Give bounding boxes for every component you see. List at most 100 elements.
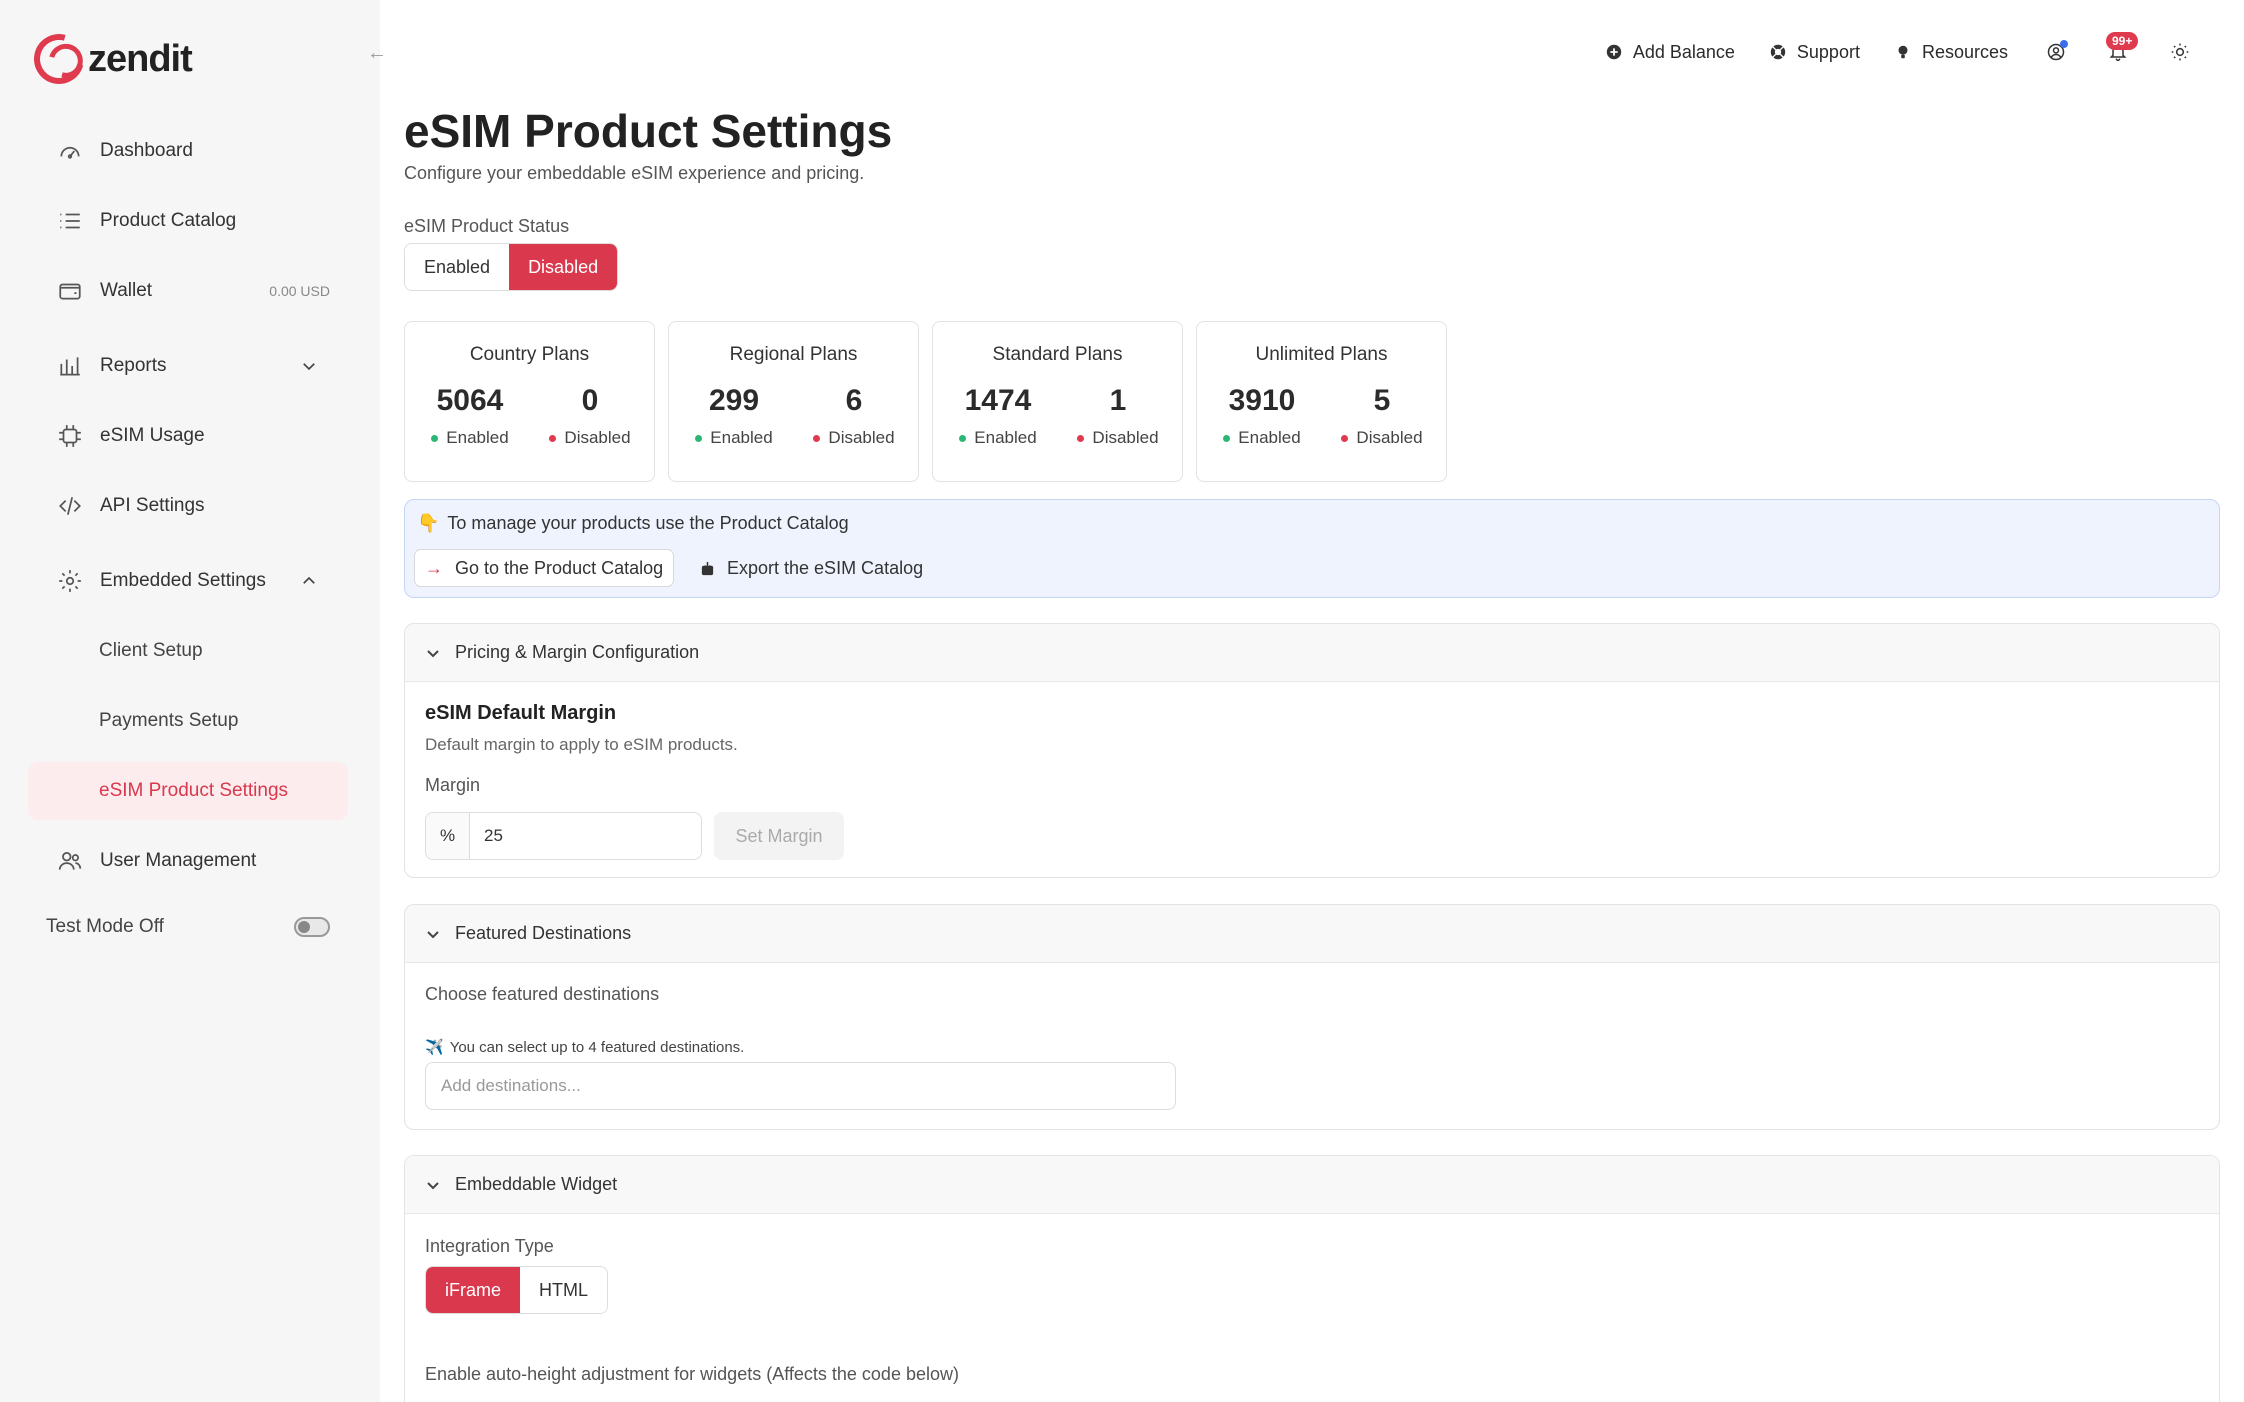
test-mode-toggle[interactable]: [294, 917, 330, 937]
chevron-down-icon: [427, 1181, 439, 1189]
integration-type-toggle: iFrame HTML: [425, 1266, 609, 1314]
sidebar-item-esim-usage[interactable]: eSIM Usage: [28, 407, 348, 465]
gear-icon: [56, 567, 84, 595]
widget-panel: Embeddable Widget Integration Type iFram…: [404, 1155, 2220, 1402]
catalog-info-box: 👇 To manage your products use the Produc…: [404, 499, 2220, 598]
featured-header-label: Featured Destinations: [455, 923, 632, 943]
red-dot-icon: [1341, 434, 1349, 442]
stat-enabled-count: 5064: [436, 384, 504, 417]
status-disabled-option[interactable]: Disabled: [509, 244, 618, 290]
page-subtitle: Configure your embeddable eSIM experienc…: [404, 163, 865, 183]
featured-panel-header[interactable]: Featured Destinations: [405, 905, 2219, 963]
stat-disabled-label: Disabled: [1092, 428, 1159, 447]
stat-title: Country Plans: [469, 344, 590, 365]
pricing-header-label: Pricing & Margin Configuration: [455, 642, 700, 662]
widget-panel-header[interactable]: Embeddable Widget: [405, 1156, 2219, 1214]
test-mode-row: Test Mode Off: [46, 916, 330, 938]
sidebar: zendit ← Dashboard Product Catalog Walle…: [0, 0, 387, 1402]
integration-html-option[interactable]: HTML: [520, 1267, 608, 1313]
info-message: 👇 To manage your products use the Produc…: [417, 513, 849, 534]
stat-enabled-count: 3910: [1228, 384, 1296, 417]
stat-title: Standard Plans: [992, 344, 1123, 365]
stat-disabled-label: Disabled: [1356, 428, 1423, 447]
widget-header-label: Embeddable Widget: [455, 1174, 618, 1194]
page-title: eSIM Product Settings: [404, 105, 893, 157]
stat-disabled-count: 6: [845, 384, 863, 417]
add-destinations-input[interactable]: Add destinations...: [425, 1062, 1176, 1110]
wallet-icon: [56, 277, 84, 305]
integration-type-label: Integration Type: [425, 1236, 554, 1256]
set-margin-button[interactable]: Set Margin: [714, 812, 844, 860]
stat-disabled-count: 5: [1373, 384, 1391, 417]
zendit-logo[interactable]: zendit: [24, 24, 193, 94]
arrow-right-icon: →: [425, 557, 443, 578]
stat-disabled-label: Disabled: [828, 428, 895, 447]
stat-card-standard: Standard Plans 1474 Enabled 1 Disabled: [932, 321, 1183, 482]
stat-disabled-count: 0: [581, 384, 599, 417]
sidebar-item-wallet[interactable]: Wallet 0.00 USD: [28, 262, 348, 320]
users-icon: [56, 847, 84, 875]
sidebar-item-label: User Management: [100, 850, 257, 871]
chevron-down-icon: [427, 930, 439, 938]
plan-stats: Country Plans 5064 Enabled 0 Disabled Regi…: [404, 321, 1447, 482]
stat-card-country: Country Plans 5064 Enabled 0 Disabled: [404, 321, 655, 482]
bar-chart-icon: [56, 352, 84, 380]
status-enabled-option[interactable]: Enabled: [405, 244, 510, 290]
code-icon: [56, 492, 84, 520]
auto-height-label: Enable auto-height adjustment for widget…: [425, 1364, 959, 1384]
margin-description: Default margin to apply to eSIM products…: [425, 735, 738, 754]
export-catalog-label: Export the eSIM Catalog: [727, 557, 924, 578]
green-dot-icon: [695, 434, 703, 442]
stat-title: Regional Plans: [729, 344, 858, 365]
sidebar-subitem-client-setup[interactable]: Client Setup: [28, 622, 348, 680]
stat-disabled-count: 1: [1109, 384, 1127, 417]
collapse-sidebar-arrow-icon[interactable]: ←: [364, 40, 390, 66]
stat-enabled-label: Enabled: [974, 428, 1037, 447]
sidebar-subitem-esim-product-settings[interactable]: eSIM Product Settings: [28, 762, 348, 820]
status-label: eSIM Product Status: [404, 216, 570, 236]
red-dot-icon: [813, 434, 821, 442]
featured-hint: ✈️ You can select up to 4 featured desti…: [425, 1038, 745, 1057]
featured-label: Choose featured destinations: [425, 984, 660, 1004]
main-content: eSIM Product Settings Configure your emb…: [404, 0, 2220, 1402]
stat-enabled-label: Enabled: [446, 428, 509, 447]
chevron-down-icon: [427, 649, 439, 657]
zendit-logo-mark-icon: [24, 24, 94, 94]
chip-icon: [56, 422, 84, 450]
sidebar-item-product-catalog[interactable]: Product Catalog: [28, 192, 348, 250]
margin-heading: eSIM Default Margin: [425, 702, 617, 724]
stat-card-unlimited: Unlimited Plans 3910 Enabled 5 Disabled: [1196, 321, 1447, 482]
go-to-product-catalog-button[interactable]: → Go to the Product Catalog: [414, 549, 675, 587]
info-text: To manage your products use the Product …: [447, 513, 849, 533]
red-dot-icon: [549, 434, 557, 442]
sidebar-item-user-management[interactable]: User Management: [28, 832, 348, 890]
margin-value[interactable]: 25: [470, 813, 503, 859]
sidebar-item-label: Reports: [100, 355, 167, 376]
sidebar-item-reports[interactable]: Reports: [28, 337, 348, 395]
export-esim-catalog-button[interactable]: Export the eSIM Catalog: [690, 549, 933, 587]
airplane-icon: ✈️: [425, 1039, 444, 1056]
sidebar-item-api-settings[interactable]: API Settings: [28, 477, 348, 535]
pricing-panel-header[interactable]: Pricing & Margin Configuration: [405, 624, 2219, 682]
list-icon: [56, 207, 84, 235]
chevron-up-icon: [300, 572, 318, 590]
margin-input[interactable]: % 25: [425, 812, 702, 860]
integration-iframe-option[interactable]: iFrame: [426, 1267, 521, 1313]
green-dot-icon: [431, 434, 439, 442]
sidebar-item-label: Dashboard: [100, 140, 193, 161]
stat-enabled-label: Enabled: [710, 428, 773, 447]
sidebar-item-dashboard[interactable]: Dashboard: [28, 122, 348, 180]
featured-hint-text: You can select up to 4 featured destinat…: [449, 1038, 745, 1056]
sidebar-item-label: Wallet: [100, 280, 153, 301]
margin-label: Margin: [425, 775, 481, 795]
stat-enabled-label: Enabled: [1238, 428, 1301, 447]
sidebar-item-embedded-settings[interactable]: Embedded Settings: [28, 552, 348, 610]
percent-prefix: %: [426, 813, 470, 859]
sidebar-subitem-payments-setup[interactable]: Payments Setup: [28, 692, 348, 750]
green-dot-icon: [1223, 434, 1231, 442]
logo-text: zendit: [88, 37, 193, 80]
pricing-panel: Pricing & Margin Configuration eSIM Defa…: [404, 623, 2220, 878]
test-mode-label: Test Mode Off: [46, 916, 164, 937]
wallet-balance: 0.00 USD: [269, 283, 330, 299]
sidebar-item-label: eSIM Usage: [100, 425, 205, 446]
